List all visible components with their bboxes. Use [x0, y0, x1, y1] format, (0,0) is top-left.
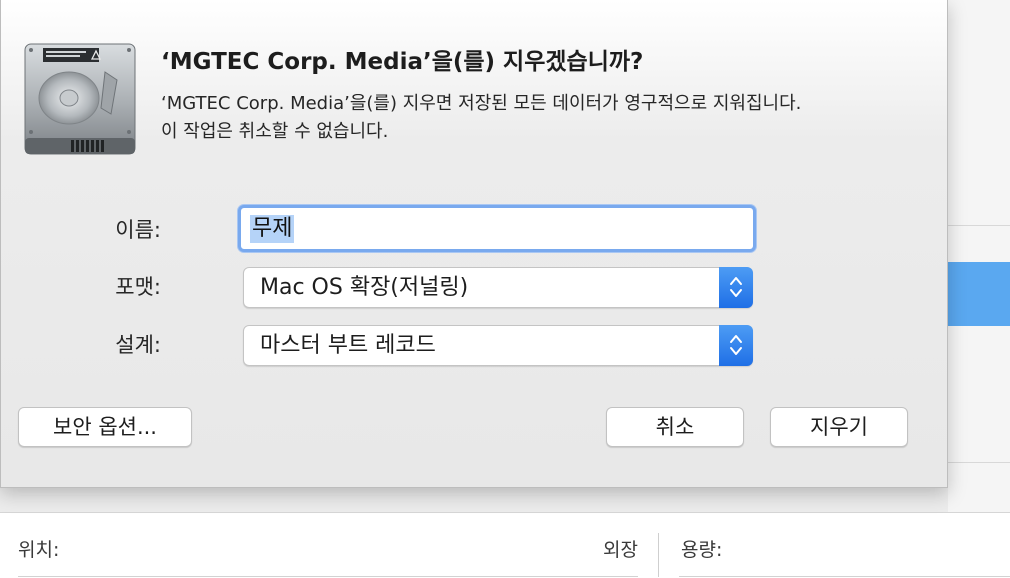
info-divider [658, 533, 659, 577]
erase-button[interactable]: 지우기 [770, 407, 908, 447]
scheme-value: 마스터 부트 레코드 [260, 333, 436, 358]
info-underline [18, 576, 638, 577]
format-label: 포맷: [115, 275, 161, 299]
cancel-button[interactable]: 취소 [606, 407, 744, 447]
scheme-label: 설계: [115, 333, 161, 357]
location-value: 외장 [603, 539, 638, 561]
location-label: 위치: [18, 539, 60, 561]
name-label: 이름: [115, 218, 161, 242]
dialog-message-line: ‘MGTEC Corp. Media’을(를) 지우면 저장된 모든 데이터가 … [161, 93, 802, 114]
scheme-popup[interactable]: 마스터 부트 레코드 [243, 325, 753, 366]
name-field[interactable]: 무제 [238, 205, 756, 252]
format-stepper[interactable] [719, 267, 753, 308]
background-divider [948, 462, 1010, 463]
dialog-title: ‘MGTEC Corp. Media’을(를) 지우겠습니까? [161, 49, 644, 75]
hard-disk-icon [21, 40, 139, 162]
format-value: Mac OS 확장(저널링) [260, 275, 469, 300]
background-divider [948, 225, 1010, 226]
background-selected-row[interactable] [948, 262, 1010, 326]
dialog-message-line: 이 작업은 취소할 수 없습니다. [161, 121, 389, 142]
info-panel: 위치: 외장 용량: [0, 512, 1010, 578]
dialog-message: ‘MGTEC Corp. Media’을(를) 지우면 저장된 모든 데이터가 … [161, 90, 931, 146]
format-popup[interactable]: Mac OS 확장(저널링) [243, 267, 753, 308]
capacity-label: 용량: [681, 539, 723, 561]
name-value-selected[interactable]: 무제 [250, 215, 295, 243]
security-options-button[interactable]: 보안 옵션... [18, 407, 192, 447]
chevron-up-down-icon [730, 335, 742, 355]
scheme-stepper[interactable] [719, 325, 753, 366]
info-underline [679, 576, 1010, 577]
erase-dialog: ‘MGTEC Corp. Media’을(를) 지우겠습니까? ‘MGTEC C… [0, 0, 948, 488]
chevron-up-down-icon [730, 277, 742, 297]
